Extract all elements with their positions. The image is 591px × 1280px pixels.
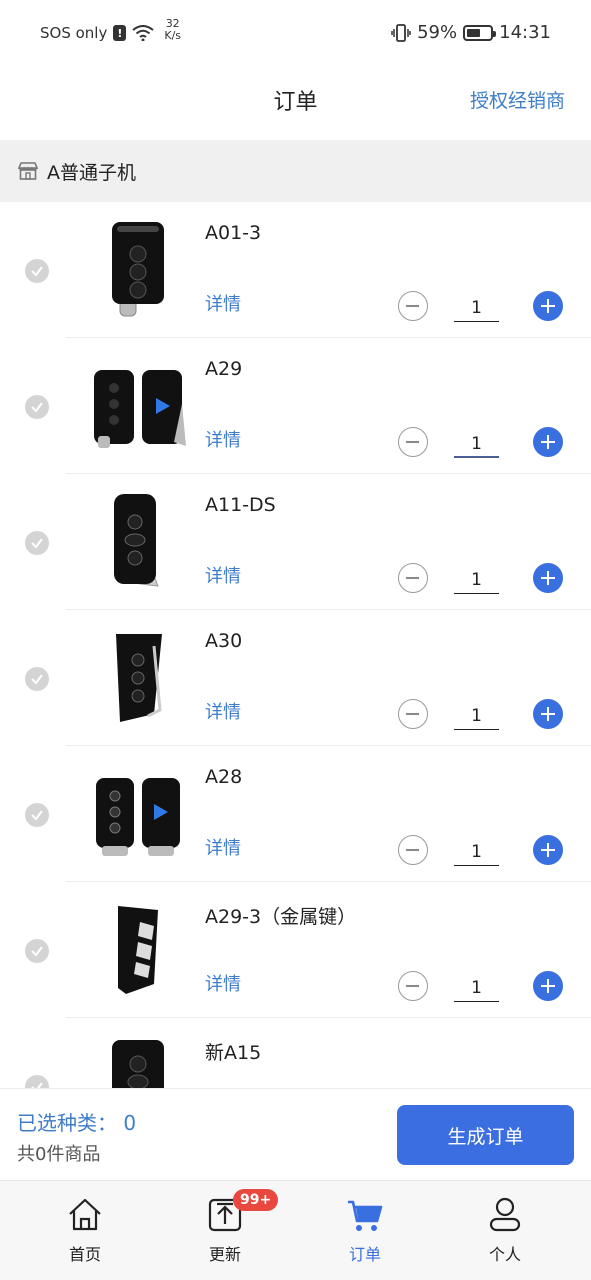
user-icon — [489, 1197, 521, 1232]
status-bar: SOS only ! 32 K/s 59% 14:31 — [0, 0, 591, 66]
store-icon — [17, 162, 39, 180]
product-name: A30 — [205, 630, 243, 652]
clock: 14:31 — [499, 22, 551, 43]
list-item: 新A15 详情 1 — [0, 1018, 591, 1088]
battery-percent: 59% — [417, 22, 458, 43]
generate-order-button[interactable]: 生成订单 — [397, 1105, 574, 1165]
category-label: A普通子机 — [47, 161, 136, 184]
decrease-quantity-button[interactable] — [398, 563, 428, 593]
tab-profile-label: 个人 — [488, 1245, 521, 1264]
product-name: A28 — [205, 766, 243, 788]
list-item: A29-3（金属键） 详情 1 — [0, 882, 591, 1018]
decrease-quantity-button[interactable] — [398, 291, 428, 321]
product-name: A01-3 — [205, 222, 262, 244]
select-checkbox[interactable] — [25, 667, 49, 691]
flip-key-3-button-icon — [112, 1040, 164, 1088]
decrease-quantity-button[interactable] — [398, 699, 428, 729]
tab-update[interactable]: 99+ 更新 — [175, 1189, 279, 1265]
sim-alert-icon: ! — [113, 25, 127, 41]
check-icon — [31, 1082, 43, 1088]
quantity-input[interactable]: 1 — [454, 838, 499, 866]
decrease-quantity-button[interactable] — [398, 971, 428, 1001]
tab-order-label: 订单 — [348, 1245, 381, 1264]
category-header: A普通子机 — [0, 140, 591, 202]
list-item: A11-DS 详情 1 — [0, 474, 591, 610]
select-checkbox[interactable] — [25, 531, 49, 555]
flip-key-pair-icon — [96, 778, 180, 856]
increase-quantity-button[interactable] — [533, 699, 563, 729]
increase-quantity-button[interactable] — [533, 427, 563, 457]
tab-update-label: 更新 — [208, 1245, 241, 1264]
list-item: A28 详情 1 — [0, 746, 591, 882]
flip-key-3-button-icon — [114, 494, 159, 587]
select-checkbox[interactable] — [25, 939, 49, 963]
detail-link[interactable]: 详情 — [205, 290, 241, 316]
quantity-input[interactable]: 1 — [454, 702, 499, 730]
flip-key-3-button-icon — [116, 634, 162, 722]
increase-quantity-button[interactable] — [533, 291, 563, 321]
increase-quantity-button[interactable] — [533, 971, 563, 1001]
tab-home[interactable]: 首页 — [35, 1195, 135, 1265]
wifi-icon — [132, 25, 154, 41]
product-name: 新A15 — [205, 1042, 262, 1064]
quantity-input[interactable]: 1 — [454, 430, 499, 458]
product-list[interactable]: A01-3 详情 1 A29 详情 1 A11-DS 详情 1 A30 详情 1… — [0, 202, 591, 1088]
tab-order[interactable]: 订单 — [315, 1195, 415, 1265]
list-item: A30 详情 1 — [0, 610, 591, 746]
check-icon — [31, 946, 43, 957]
vibrate-icon — [391, 23, 411, 42]
detail-link[interactable]: 详情 — [205, 562, 241, 588]
product-name: A29-3（金属键） — [205, 906, 357, 928]
select-checkbox[interactable] — [25, 1075, 49, 1088]
order-summary: 已选种类： 0 共0件商品 生成订单 — [0, 1088, 591, 1180]
select-checkbox[interactable] — [25, 395, 49, 419]
select-checkbox[interactable] — [25, 803, 49, 827]
check-icon — [31, 810, 43, 821]
decrease-quantity-button[interactable] — [398, 427, 428, 457]
tab-profile[interactable]: 个人 — [455, 1195, 555, 1265]
product-name: A29 — [205, 358, 243, 380]
check-icon — [31, 674, 43, 685]
increase-quantity-button[interactable] — [533, 563, 563, 593]
quantity-input[interactable]: 1 — [454, 566, 499, 594]
check-icon — [31, 538, 43, 549]
list-item: A01-3 详情 1 — [0, 202, 591, 338]
authorized-dealer-link[interactable]: 授权经销商 — [470, 86, 565, 113]
selected-kinds-label: 已选种类： — [17, 1111, 117, 1135]
flip-key-3-button-icon — [118, 906, 158, 994]
update-count-badge: 99+ — [233, 1189, 279, 1211]
bottom-tab-bar: 首页 99+ 更新 订单 个人 — [0, 1180, 591, 1280]
header: 订单 授权经销商 — [0, 66, 591, 138]
decrease-quantity-button[interactable] — [398, 835, 428, 865]
cart-icon — [348, 1200, 383, 1231]
net-speed: 32 K/s — [164, 18, 181, 42]
detail-link[interactable]: 详情 — [205, 426, 241, 452]
total-items: 共0件商品 — [17, 1144, 101, 1165]
status-right: 59% 14:31 — [391, 22, 551, 43]
detail-link[interactable]: 详情 — [205, 698, 241, 724]
list-item: A29 详情 1 — [0, 338, 591, 474]
quantity-input[interactable]: 1 — [454, 974, 499, 1002]
detail-link[interactable]: 详情 — [205, 970, 241, 996]
selected-kinds-count: 0 — [123, 1111, 137, 1135]
flip-key-pair-icon — [94, 370, 186, 448]
select-checkbox[interactable] — [25, 259, 49, 283]
status-left: SOS only ! 32 K/s — [40, 18, 181, 43]
flip-key-3-button-icon — [112, 222, 164, 317]
battery-level — [467, 28, 481, 37]
net-speed-unit: K/s — [164, 29, 182, 42]
carrier-text: SOS only — [40, 24, 108, 42]
detail-link[interactable]: 详情 — [205, 834, 241, 860]
check-icon — [31, 266, 43, 277]
quantity-input[interactable]: 1 — [454, 294, 499, 322]
battery-icon — [463, 24, 497, 41]
home-icon — [69, 1198, 101, 1231]
increase-quantity-button[interactable] — [533, 835, 563, 865]
selected-kinds: 已选种类： 0 — [17, 1107, 136, 1136]
product-name: A11-DS — [205, 494, 276, 516]
check-icon — [31, 402, 43, 413]
tab-home-label: 首页 — [68, 1245, 101, 1264]
